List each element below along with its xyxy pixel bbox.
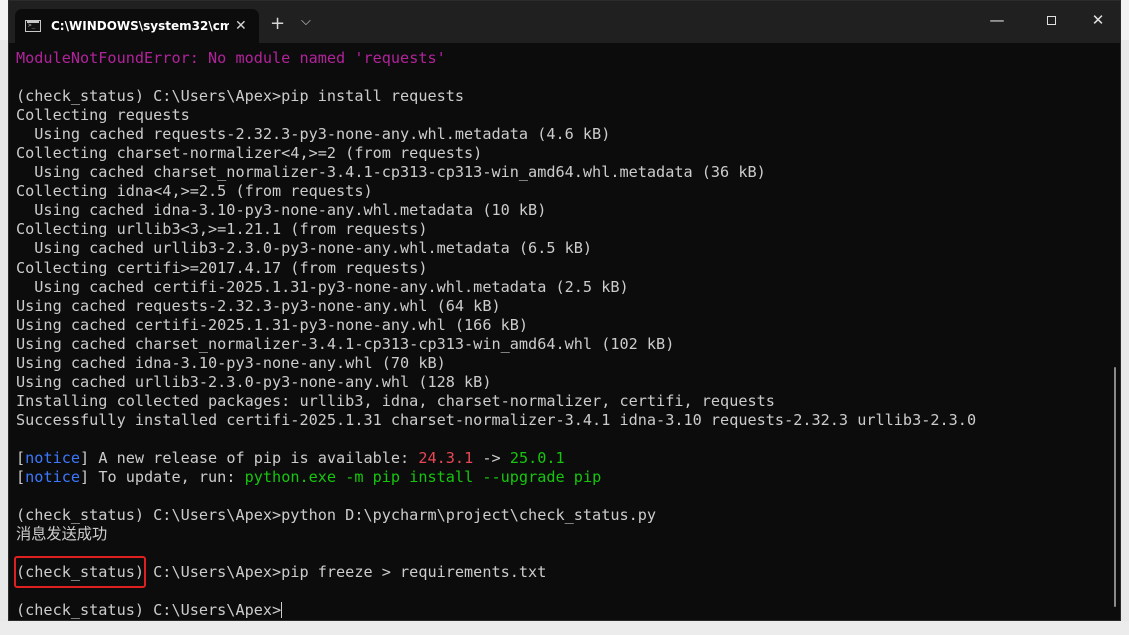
terminal-text: Using cached requests-2.32.3-py3-none-an… <box>16 125 611 144</box>
terminal-line: Using cached certifi-2025.1.31-py3-none-… <box>16 278 1101 297</box>
terminal-line: (check_status) C:\Users\Apex>python D:\p… <box>16 506 1101 525</box>
terminal-line: Collecting urllib3<3,>=1.21.1 (from requ… <box>16 220 1101 239</box>
terminal-text: ] A new release of pip is available: <box>80 448 419 467</box>
chevron-down-icon[interactable]: ⌵ <box>301 14 311 29</box>
title-bar[interactable]: C:\WINDOWS\system32\cmd. ✕ + ⌵ — ✕ <box>9 1 1120 43</box>
terminal-text: Collecting charset-normalizer<4,>=2 (fro… <box>16 144 483 163</box>
annotation-highlight-box <box>14 556 146 588</box>
terminal-text: Using cached requests-2.32.3-py3-none-an… <box>16 296 501 315</box>
terminal-text: Using cached idna-3.10-py3-none-any.whl.… <box>16 201 547 220</box>
terminal-text: [ <box>16 468 26 487</box>
terminal-text: No module named 'requests' <box>208 49 446 67</box>
terminal-text: 24.3.1 <box>418 448 474 467</box>
terminal-text: python.exe -m pip install --upgrade pip <box>244 468 602 487</box>
terminal-text: notice <box>25 448 81 467</box>
terminal-output[interactable]: ModuleNotFoundError: No module named 're… <box>16 49 1101 619</box>
terminal-line: [notice] A new release of pip is availab… <box>16 449 1101 468</box>
terminal-text: Collecting certifi>=2017.4.17 (from requ… <box>16 258 428 277</box>
terminal-text: Using cached charset_normalizer-3.4.1-cp… <box>16 163 766 182</box>
terminal-text: Using cached urllib3-2.3.0-py3-none-any.… <box>16 239 593 258</box>
terminal-text: notice <box>25 468 81 487</box>
cmd-icon <box>25 20 41 32</box>
maximize-icon <box>1046 16 1056 25</box>
terminal-text: Installing collected packages: urllib3, … <box>16 391 775 410</box>
terminal-line: Using cached charset_normalizer-3.4.1-cp… <box>16 335 1101 354</box>
terminal-text: Collecting idna<4,>=2.5 (from requests) <box>16 182 373 201</box>
new-tab-button[interactable]: + <box>270 13 285 34</box>
terminal-text: (check_status) C:\Users\Apex>pip install… <box>16 87 465 106</box>
terminal-window: C:\WINDOWS\system32\cmd. ✕ + ⌵ — ✕ Modul… <box>8 0 1121 621</box>
tab-cmd[interactable]: C:\WINDOWS\system32\cmd. ✕ <box>15 9 259 43</box>
explorer-background-bottom <box>0 621 1129 635</box>
terminal-line: (check_status) C:\Users\Apex> <box>16 601 1101 619</box>
terminal-line: [notice] To update, run: python.exe -m p… <box>16 468 1101 487</box>
tab-close-icon[interactable]: ✕ <box>235 18 247 34</box>
tab-title: C:\WINDOWS\system32\cmd. <box>51 19 229 33</box>
scrollbar[interactable] <box>1114 367 1116 607</box>
maximize-button[interactable] <box>1031 11 1071 29</box>
terminal-line: Using cached idna-3.10-py3-none-any.whl … <box>16 354 1101 373</box>
terminal-line: 消息发送成功 <box>16 525 1101 544</box>
terminal-text: 25.0.1 <box>509 448 565 467</box>
terminal-text: ] To update, run: <box>80 468 245 487</box>
terminal-text: 消息发送成功 <box>16 525 108 544</box>
terminal-text: Using cached charset_normalizer-3.4.1-cp… <box>16 334 675 353</box>
terminal-text: Using cached idna-3.10-py3-none-any.whl … <box>16 353 446 372</box>
terminal-line: Installing collected packages: urllib3, … <box>16 392 1101 411</box>
close-button[interactable]: ✕ <box>1078 11 1118 29</box>
terminal-text: Collecting requests <box>16 106 190 125</box>
terminal-line: Using cached idna-3.10-py3-none-any.whl.… <box>16 201 1101 220</box>
terminal-text: Successfully installed certifi-2025.1.31… <box>16 410 977 429</box>
terminal-text: (check_status) C:\Users\Apex> <box>16 601 282 619</box>
terminal-text: Using cached certifi-2025.1.31-py3-none-… <box>16 277 629 296</box>
terminal-line: Using cached certifi-2025.1.31-py3-none-… <box>16 316 1101 335</box>
terminal-line: Using cached requests-2.32.3-py3-none-an… <box>16 125 1101 144</box>
terminal-text: Collecting urllib3<3,>=1.21.1 (from requ… <box>16 220 428 239</box>
terminal-text: -> <box>473 448 510 467</box>
terminal-line: (check_status) C:\Users\Apex>pip install… <box>16 87 1101 106</box>
terminal-line: Using cached urllib3-2.3.0-py3-none-any.… <box>16 373 1101 392</box>
terminal-text: Using cached certifi-2025.1.31-py3-none-… <box>16 315 529 334</box>
terminal-line: Collecting certifi>=2017.4.17 (from requ… <box>16 259 1101 278</box>
terminal-line: Using cached requests-2.32.3-py3-none-an… <box>16 297 1101 316</box>
terminal-line: (check_status) C:\Users\Apex>pip freeze … <box>16 563 1101 582</box>
terminal-line: Collecting charset-normalizer<4,>=2 (fro… <box>16 144 1101 163</box>
terminal-line: Collecting requests <box>16 106 1101 125</box>
terminal-text: [ <box>16 448 26 467</box>
terminal-text: ModuleNotFoundError <box>16 49 190 67</box>
text-cursor <box>281 602 283 619</box>
terminal-text: (check_status) C:\Users\Apex>python D:\p… <box>16 506 657 525</box>
terminal-line: Using cached charset_normalizer-3.4.1-cp… <box>16 163 1101 182</box>
terminal-text: Using cached urllib3-2.3.0-py3-none-any.… <box>16 372 492 391</box>
terminal-line: Collecting idna<4,>=2.5 (from requests) <box>16 182 1101 201</box>
minimize-button[interactable]: — <box>977 11 1017 29</box>
terminal-text: : <box>189 49 209 67</box>
terminal-line: Using cached urllib3-2.3.0-py3-none-any.… <box>16 239 1101 258</box>
terminal-line: Successfully installed certifi-2025.1.31… <box>16 411 1101 430</box>
terminal-line: ModuleNotFoundError: No module named 're… <box>16 49 1101 68</box>
